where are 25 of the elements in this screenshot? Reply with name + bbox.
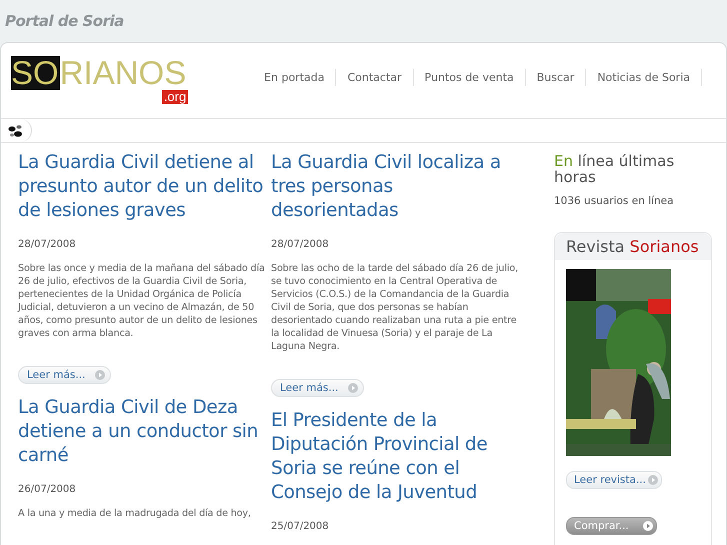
- article-summary: Sobre las once y media de la mañana del sábado día 26 de julio, efectivos de la Guardia Civil de Soria, pertenecientes de la Unidad Orgánica de Policía Judicial, detuvieron a un vecino de Almazán, de 50 años, como presunto autor de un delito de lesiones graves con arma blanca.: [18, 262, 266, 340]
- article-title[interactable]: La Guardia Civil detiene al presunto autor de un delito de lesiones graves: [18, 151, 271, 223]
- nav-link[interactable]: En portada: [253, 69, 336, 86]
- nav-link[interactable]: Puntos de venta: [414, 69, 526, 86]
- online-count: 1036 usuarios en línea: [554, 195, 675, 207]
- article-date: 28/07/2008: [18, 239, 77, 250]
- online-heading: En línea últimas horas: [554, 153, 676, 185]
- article-summary: Sobre las ocho de la tarde del sábado día 26 de julio, se tuvo conocimiento en la Central Operativa de Servicios (C.O.S.) de la Comandancia de la Guardia Civil de Soria, que dos personas se habían desorientado cuando realizaban una ruta a pie entre la localidad de Vinuesa (Soria) y el paraje de La Laguna Negra.: [271, 262, 520, 353]
- article-date: 28/07/2008: [271, 239, 330, 250]
- magazine-title: Revista Sorianos: [566, 237, 700, 256]
- article-title[interactable]: La Guardia Civil de Deza detiene a un conductor sin carné: [18, 396, 271, 468]
- nav-link[interactable]: Buscar: [526, 69, 586, 86]
- article-title[interactable]: El Presidente de la Diputación Provincial de Soria se reúne con el Consejo de la Juventud: [271, 409, 524, 505]
- article-date: 25/07/2008: [271, 521, 330, 532]
- site-title: Portal de Soria: [5, 12, 124, 30]
- read-more-button[interactable]: Leer más...: [271, 379, 364, 397]
- read-more-button[interactable]: Leer más...: [18, 366, 112, 384]
- nav-link[interactable]: Contactar: [336, 69, 414, 86]
- article-title[interactable]: La Guardia Civil localiza a tres personas desorientadas: [271, 151, 524, 223]
- dots-icon: [8, 124, 24, 138]
- article-summary: A la una y media de la madrugada del día de hoy,: [18, 507, 252, 520]
- article-date: 26/07/2008: [18, 484, 77, 495]
- nav-link[interactable]: Noticias de Soria: [586, 69, 702, 86]
- logo[interactable]: SORIANOS .org: [11, 56, 186, 104]
- read-magazine-button[interactable]: Leer revista...: [566, 471, 662, 489]
